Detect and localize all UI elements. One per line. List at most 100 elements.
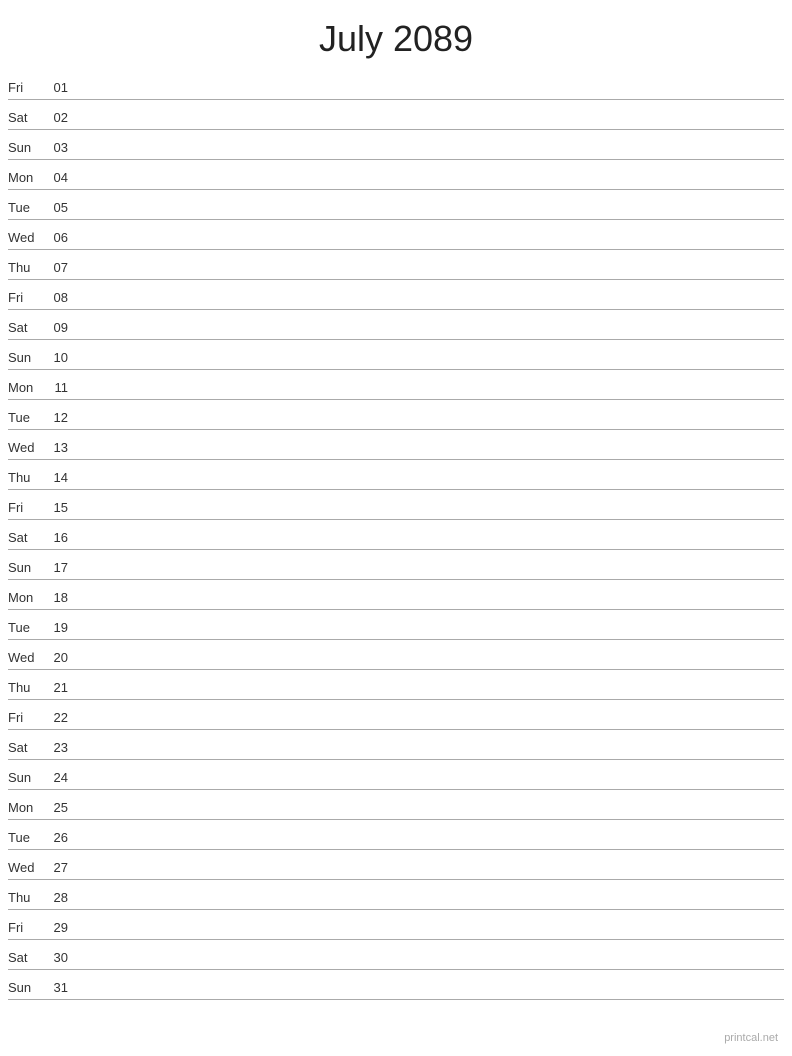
day-line — [74, 964, 784, 965]
day-row: Mon04 — [8, 160, 784, 190]
day-number: 06 — [46, 230, 74, 245]
day-number: 26 — [46, 830, 74, 845]
day-row: Fri01 — [8, 70, 784, 100]
day-line — [74, 844, 784, 845]
day-number: 31 — [46, 980, 74, 995]
day-number: 10 — [46, 350, 74, 365]
day-row: Thu28 — [8, 880, 784, 910]
day-name: Wed — [8, 650, 46, 665]
day-row: Mon25 — [8, 790, 784, 820]
day-row: Mon18 — [8, 580, 784, 610]
day-row: Wed13 — [8, 430, 784, 460]
day-row: Tue19 — [8, 610, 784, 640]
day-row: Thu07 — [8, 250, 784, 280]
day-line — [74, 274, 784, 275]
day-row: Wed20 — [8, 640, 784, 670]
day-number: 28 — [46, 890, 74, 905]
day-row: Sun17 — [8, 550, 784, 580]
day-line — [74, 454, 784, 455]
day-number: 30 — [46, 950, 74, 965]
day-line — [74, 604, 784, 605]
day-name: Fri — [8, 80, 46, 95]
day-line — [74, 154, 784, 155]
day-name: Tue — [8, 620, 46, 635]
day-row: Sun24 — [8, 760, 784, 790]
day-name: Sat — [8, 950, 46, 965]
day-name: Sat — [8, 320, 46, 335]
day-line — [74, 904, 784, 905]
day-number: 17 — [46, 560, 74, 575]
day-row: Wed27 — [8, 850, 784, 880]
day-row: Sat23 — [8, 730, 784, 760]
day-number: 12 — [46, 410, 74, 425]
day-row: Sat30 — [8, 940, 784, 970]
day-line — [74, 184, 784, 185]
day-row: Sat02 — [8, 100, 784, 130]
day-number: 09 — [46, 320, 74, 335]
day-line — [74, 784, 784, 785]
day-line — [74, 724, 784, 725]
day-line — [74, 574, 784, 575]
day-number: 04 — [46, 170, 74, 185]
day-number: 14 — [46, 470, 74, 485]
day-number: 11 — [46, 380, 74, 395]
day-name: Thu — [8, 260, 46, 275]
day-number: 08 — [46, 290, 74, 305]
day-name: Mon — [8, 170, 46, 185]
day-line — [74, 694, 784, 695]
day-name: Fri — [8, 290, 46, 305]
day-number: 27 — [46, 860, 74, 875]
day-number: 21 — [46, 680, 74, 695]
day-line — [74, 214, 784, 215]
day-line — [74, 754, 784, 755]
day-row: Sat16 — [8, 520, 784, 550]
day-name: Sat — [8, 530, 46, 545]
day-name: Sat — [8, 110, 46, 125]
day-number: 22 — [46, 710, 74, 725]
day-row: Fri22 — [8, 700, 784, 730]
day-line — [74, 124, 784, 125]
day-number: 16 — [46, 530, 74, 545]
day-number: 02 — [46, 110, 74, 125]
day-name: Tue — [8, 200, 46, 215]
day-number: 01 — [46, 80, 74, 95]
day-name: Fri — [8, 500, 46, 515]
day-row: Fri08 — [8, 280, 784, 310]
day-name: Sat — [8, 740, 46, 755]
day-line — [74, 934, 784, 935]
day-line — [74, 664, 784, 665]
day-line — [74, 424, 784, 425]
day-number: 19 — [46, 620, 74, 635]
watermark: printcal.net — [724, 1032, 778, 1044]
day-line — [74, 634, 784, 635]
day-row: Sun10 — [8, 340, 784, 370]
day-row: Fri15 — [8, 490, 784, 520]
day-line — [74, 544, 784, 545]
day-line — [74, 244, 784, 245]
day-name: Sun — [8, 980, 46, 995]
day-line — [74, 394, 784, 395]
day-row: Thu21 — [8, 670, 784, 700]
day-name: Thu — [8, 890, 46, 905]
day-line — [74, 334, 784, 335]
day-row: Mon11 — [8, 370, 784, 400]
day-row: Sun31 — [8, 970, 784, 1000]
day-line — [74, 484, 784, 485]
day-number: 15 — [46, 500, 74, 515]
page-title: July 2089 — [0, 0, 792, 70]
day-row: Thu14 — [8, 460, 784, 490]
day-number: 24 — [46, 770, 74, 785]
day-number: 05 — [46, 200, 74, 215]
day-line — [74, 814, 784, 815]
day-line — [74, 304, 784, 305]
day-name: Sun — [8, 140, 46, 155]
day-line — [74, 94, 784, 95]
day-row: Sun03 — [8, 130, 784, 160]
day-name: Fri — [8, 710, 46, 725]
day-row: Fri29 — [8, 910, 784, 940]
day-name: Tue — [8, 830, 46, 845]
day-line — [74, 994, 784, 995]
day-line — [74, 874, 784, 875]
day-row: Tue05 — [8, 190, 784, 220]
day-row: Wed06 — [8, 220, 784, 250]
